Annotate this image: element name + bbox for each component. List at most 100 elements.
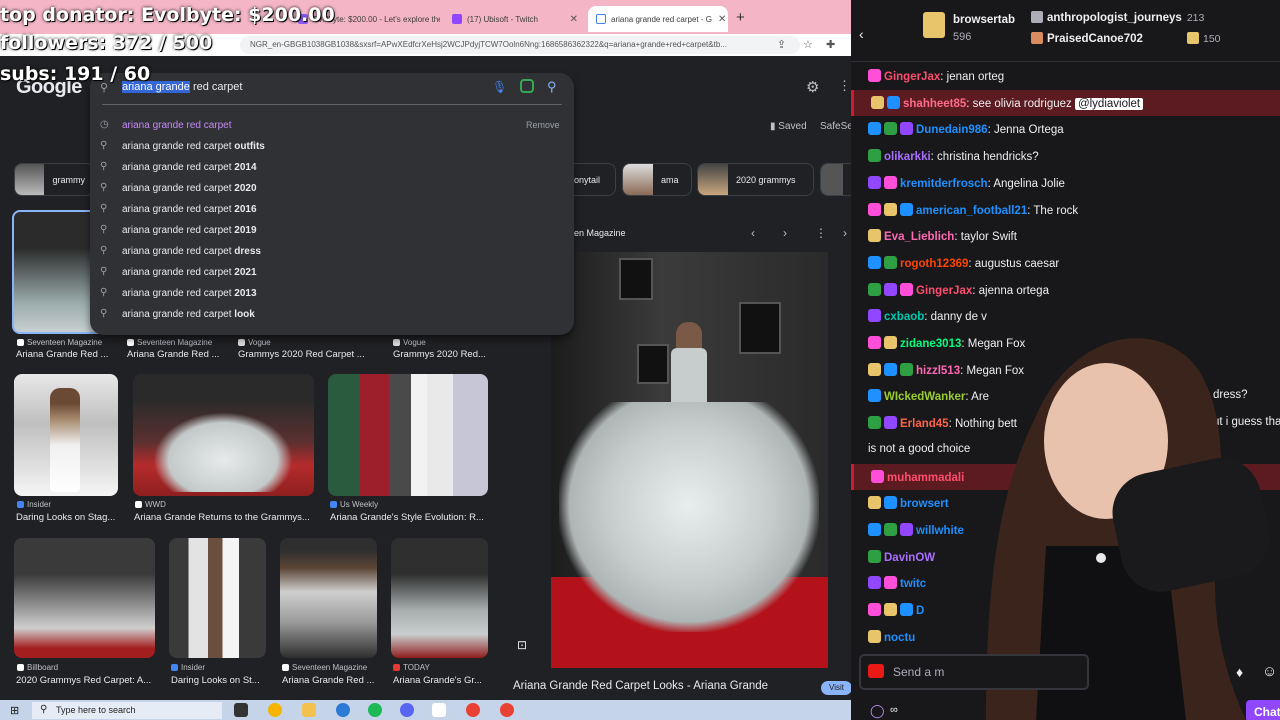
chat-username[interactable]: cxbaob (884, 311, 924, 323)
chip-ama[interactable]: ama (622, 163, 692, 196)
search-suggestion[interactable]: ⚲ ariana grande red carpet 2014 (90, 157, 574, 178)
chat-badge-icon[interactable] (884, 496, 897, 510)
chat-badge-icon[interactable] (868, 69, 881, 82)
visit-button[interactable]: Visit (821, 681, 851, 695)
chat-username[interactable]: GingerJax (916, 285, 972, 297)
chat-badge-icon[interactable] (868, 336, 881, 349)
windows-start-icon[interactable]: ⊞ (10, 704, 19, 717)
share-icon[interactable]: ⇪ (777, 38, 786, 51)
chat-badge-icon[interactable] (884, 522, 897, 536)
chat-badge-icon[interactable] (884, 336, 897, 349)
result-title[interactable]: Daring Looks on Stag... (16, 512, 116, 523)
chat-badge-icon[interactable] (868, 522, 881, 536)
result-title[interactable]: Ariana Grande Red ... (127, 349, 227, 360)
result-title[interactable]: Daring Looks on St... (171, 675, 266, 686)
chat-badge-icon[interactable] (884, 255, 897, 269)
search-suggestion[interactable]: ⚲ ariana grande red carpet 2020 (90, 178, 574, 199)
result-title[interactable]: 2020 Grammys Red Carpet: A... (16, 675, 156, 686)
edge-icon[interactable] (336, 703, 350, 717)
search-suggestion[interactable]: ⚲ ariana grande red carpet look (90, 304, 574, 325)
chat-badge-icon[interactable] (900, 202, 913, 216)
chat-username[interactable]: GingerJax (884, 71, 940, 83)
chat-badge-icon[interactable] (884, 202, 897, 216)
result-image[interactable] (280, 538, 377, 658)
chat-badge-icon[interactable] (900, 603, 913, 616)
safesearch-link[interactable]: SafeSe (820, 121, 851, 132)
result-title[interactable]: Ariana Grande Red ... (16, 349, 116, 360)
file-explorer-icon[interactable] (302, 703, 316, 717)
chrome-icon[interactable] (268, 703, 282, 717)
search-suggestion[interactable]: ⚲ ariana grande red carpet 2019 (90, 220, 574, 241)
close-icon[interactable]: ✕ (712, 14, 726, 25)
chat-badge-icon[interactable] (868, 282, 881, 296)
discord-icon[interactable] (400, 703, 414, 717)
chrome-profile-icon[interactable] (466, 703, 480, 717)
result-image[interactable] (169, 538, 266, 658)
chat-badge-icon[interactable] (884, 282, 897, 296)
chat-badge-icon[interactable] (868, 576, 881, 590)
chat-badge-icon[interactable] (868, 389, 881, 403)
close-preview-icon[interactable]: › (843, 226, 847, 240)
google-lens-icon[interactable] (520, 79, 534, 93)
chat-username[interactable]: noctu (884, 632, 915, 644)
result-title[interactable]: Grammys 2020 Red... (393, 349, 493, 360)
chat-badge-icon[interactable] (868, 496, 881, 510)
result-title[interactable]: Ariana Grande Red ... (282, 675, 382, 686)
chat-badge-icon[interactable] (900, 522, 913, 536)
search-suggestion[interactable]: ⚲ ariana grande red carpet 2021 (90, 262, 574, 283)
tab-ubisoft-twitch[interactable]: (17) Ubisoft - Twitch ✕ (444, 6, 586, 32)
result-title[interactable]: Ariana Grande's Style Evolution: R... (330, 512, 490, 523)
saved-link[interactable]: ▮ Saved (770, 121, 807, 132)
result-title[interactable]: Ariana Grande Returns to the Grammys... (134, 512, 314, 523)
result-title[interactable]: Ariana Grande's Gr... (393, 675, 488, 686)
task-view-icon[interactable] (234, 703, 248, 717)
chip-more[interactable] (820, 163, 851, 196)
next-arrow-icon[interactable]: › (783, 226, 787, 240)
chat-badge-icon[interactable] (868, 416, 881, 430)
notepad-icon[interactable] (432, 703, 446, 717)
emote-picker-icon[interactable]: ☺ (1262, 663, 1277, 680)
chat-username[interactable]: twitc (900, 578, 926, 590)
result-image[interactable] (14, 374, 118, 496)
top-gifter-name[interactable]: browsertab (953, 14, 1015, 26)
result-image[interactable] (391, 538, 488, 658)
chat-username[interactable]: Dunedain986 (916, 124, 988, 136)
previous-arrow-icon[interactable]: ‹ (751, 226, 755, 240)
preview-source[interactable]: een Magazine (569, 228, 626, 238)
chat-badge-icon[interactable] (868, 362, 881, 376)
search-suggestion[interactable]: ◷ ariana grande red carpet Remove (90, 115, 574, 136)
bits-cheer-icon[interactable]: ♦ (1236, 664, 1243, 680)
chat-mention[interactable]: @lydiaviolet (1074, 97, 1144, 110)
chip-2020-grammys[interactable]: 2020 grammys (697, 163, 814, 196)
chat-badge-icon[interactable] (900, 122, 913, 136)
chat-badge-icon[interactable] (868, 309, 881, 323)
gifter-entry[interactable]: PraisedCanoe702 (1031, 32, 1143, 45)
chat-username[interactable]: shahheet85 (903, 98, 966, 110)
chrome-active-icon[interactable] (500, 703, 514, 717)
chat-username[interactable]: rogoth12369 (900, 258, 968, 270)
spotify-icon[interactable] (368, 703, 382, 717)
apps-grid-icon[interactable]: ⋮⋮ (838, 78, 851, 94)
chat-username[interactable]: olikarkki (884, 151, 931, 163)
chat-badge-icon[interactable] (871, 469, 884, 483)
search-suggestion[interactable]: ⚲ ariana grande red carpet 2013 (90, 283, 574, 304)
chat-badge-icon[interactable] (868, 255, 881, 269)
settings-gear-icon[interactable]: ⚙ (806, 78, 822, 96)
chat-username[interactable]: Eva_Lieblich (884, 231, 954, 243)
gifter-entry[interactable]: anthropologist_journeys 213 (1031, 11, 1204, 24)
search-suggestion[interactable]: ⚲ ariana grande red carpet 2016 (90, 199, 574, 220)
chat-send-button[interactable]: Chat (1246, 700, 1280, 720)
result-image[interactable] (14, 538, 155, 658)
url-field[interactable]: NGR_en-GBGB1038GB1038&sxsrf=APwXEdfcrXeH… (240, 36, 800, 54)
channel-points-icon[interactable]: ◯ (870, 703, 885, 719)
search-suggestion[interactable]: ⚲ ariana grande red carpet outfits (90, 136, 574, 157)
taskbar-search[interactable]: ⚲ Type here to search (32, 702, 222, 719)
chat-badge-icon[interactable] (868, 603, 881, 616)
chat-badge-icon[interactable] (900, 282, 913, 296)
chat-badge-icon[interactable] (868, 549, 881, 563)
tab-google-search[interactable]: ariana grande red carpet - G ✕ (588, 6, 728, 32)
bookmark-star-icon[interactable]: ☆ (803, 38, 813, 51)
collapse-chat-icon[interactable]: ‹ (859, 26, 864, 42)
lens-search-icon[interactable]: ⊡ (517, 638, 527, 652)
result-image[interactable] (328, 374, 488, 496)
